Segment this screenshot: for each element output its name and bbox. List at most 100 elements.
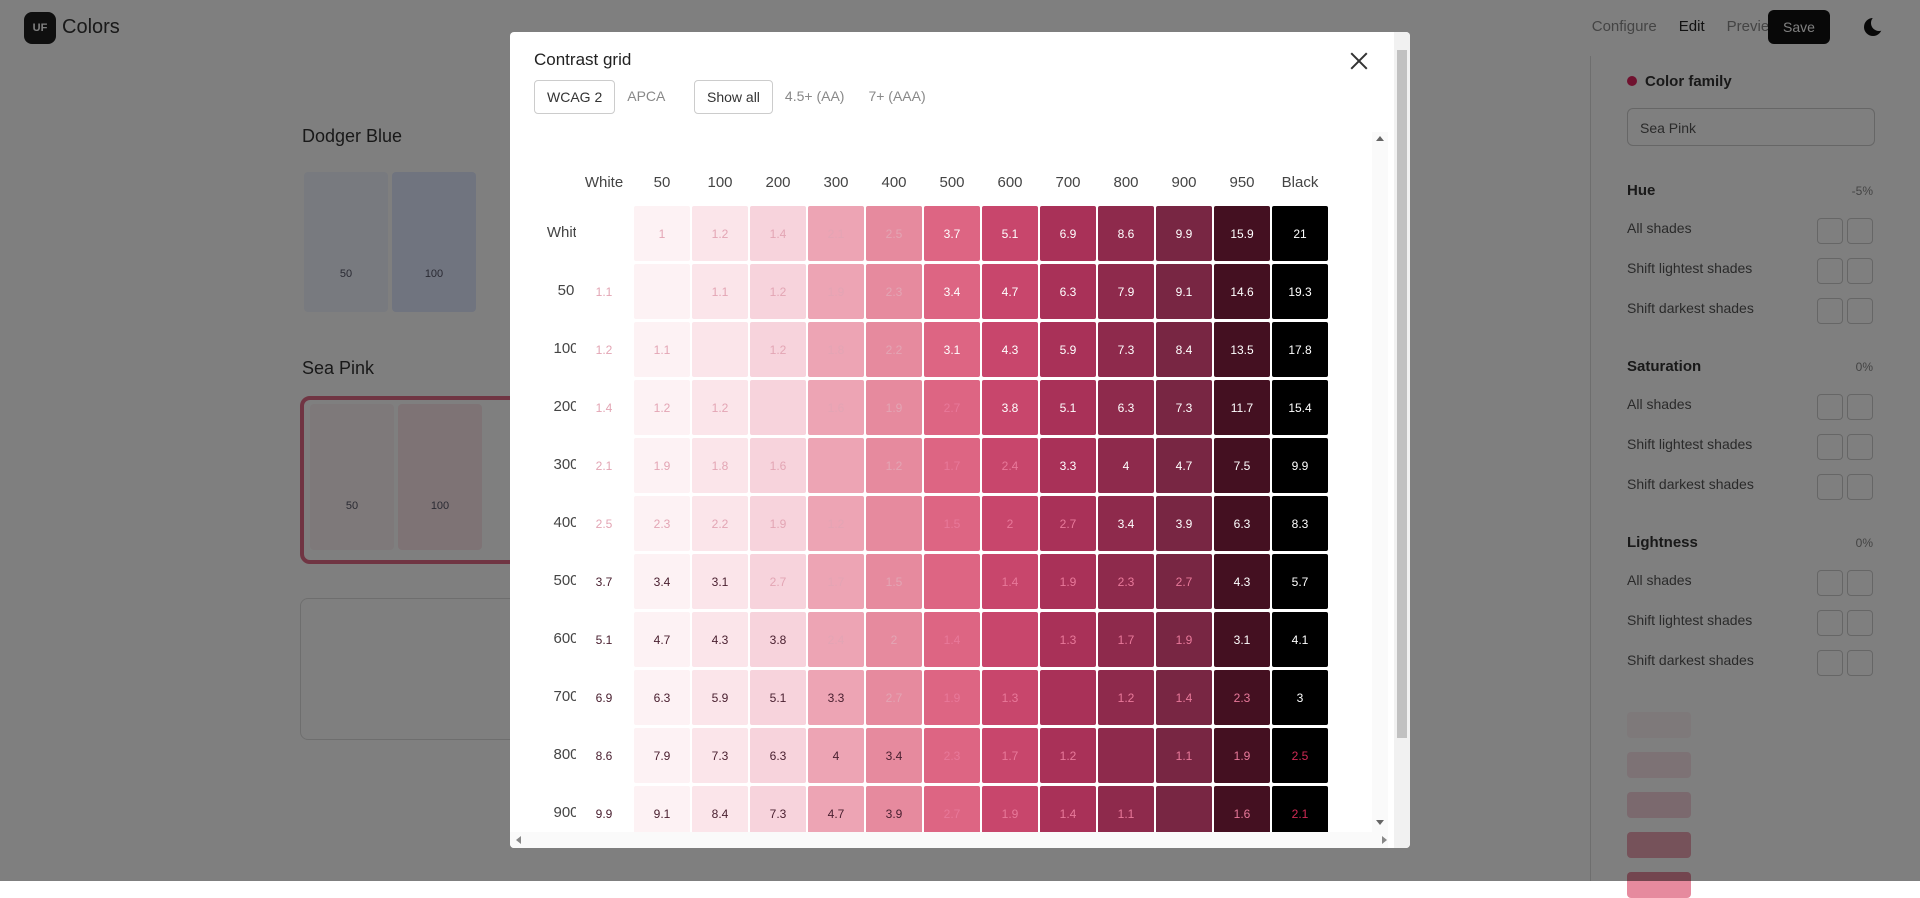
contrast-cell[interactable]: 1.2: [750, 322, 806, 377]
contrast-cell[interactable]: 2.3: [924, 728, 980, 783]
contrast-cell[interactable]: 1.9: [866, 380, 922, 435]
contrast-cell[interactable]: 6.9: [1040, 206, 1096, 261]
close-icon[interactable]: [1346, 48, 1372, 74]
contrast-cell[interactable]: 4.3: [692, 612, 748, 667]
contrast-cell[interactable]: 3.7: [576, 554, 632, 609]
contrast-cell[interactable]: 3.4: [866, 728, 922, 783]
contrast-cell[interactable]: 1.9: [1040, 554, 1096, 609]
contrast-cell[interactable]: 2.3: [634, 496, 690, 551]
contrast-cell[interactable]: 1.9: [634, 438, 690, 493]
contrast-cell[interactable]: 11.7: [1214, 380, 1270, 435]
aa-filter-option[interactable]: 4.5+ (AA): [773, 80, 857, 114]
contrast-cell[interactable]: 3.1: [1214, 612, 1270, 667]
contrast-cell[interactable]: 4.3: [1214, 554, 1270, 609]
contrast-cell[interactable]: 1.8: [808, 322, 864, 377]
contrast-cell[interactable]: 4.7: [982, 264, 1038, 319]
contrast-cell[interactable]: 1.7: [808, 554, 864, 609]
contrast-cell[interactable]: 1.9: [924, 670, 980, 725]
contrast-cell[interactable]: 2.7: [1156, 554, 1212, 609]
contrast-cell[interactable]: 2.7: [750, 554, 806, 609]
contrast-cell[interactable]: 1: [634, 206, 690, 261]
contrast-cell[interactable]: 3.1: [924, 322, 980, 377]
contrast-cell[interactable]: 1.9: [808, 264, 864, 319]
contrast-cell[interactable]: 3.7: [924, 206, 980, 261]
contrast-cell[interactable]: 1.1: [1098, 786, 1154, 832]
contrast-cell[interactable]: 5.7: [1272, 554, 1328, 609]
contrast-cell[interactable]: 3.9: [866, 786, 922, 832]
contrast-cell[interactable]: 1.4: [924, 612, 980, 667]
contrast-cell[interactable]: 5.1: [576, 612, 632, 667]
contrast-cell[interactable]: 6.3: [634, 670, 690, 725]
contrast-cell[interactable]: 2.7: [924, 380, 980, 435]
contrast-cell[interactable]: 4.3: [982, 322, 1038, 377]
contrast-cell[interactable]: 3.8: [750, 612, 806, 667]
contrast-cell[interactable]: 2.1: [576, 438, 632, 493]
contrast-cell[interactable]: 4.1: [1272, 612, 1328, 667]
contrast-cell[interactable]: 3.4: [924, 264, 980, 319]
apca-option[interactable]: APCA: [615, 80, 677, 114]
contrast-cell[interactable]: 1.3: [1040, 612, 1096, 667]
contrast-cell[interactable]: 5.1: [750, 670, 806, 725]
scroll-right-arrow-icon[interactable]: [1382, 836, 1387, 844]
contrast-cell[interactable]: 19.3: [1272, 264, 1328, 319]
contrast-cell[interactable]: 1.2: [634, 380, 690, 435]
contrast-cell[interactable]: 1.4: [1156, 670, 1212, 725]
contrast-cell[interactable]: 1.6: [750, 438, 806, 493]
contrast-cell[interactable]: 2.5: [866, 206, 922, 261]
contrast-cell[interactable]: 2.4: [808, 612, 864, 667]
contrast-cell[interactable]: 2.3: [1214, 670, 1270, 725]
contrast-cell[interactable]: 7.9: [634, 728, 690, 783]
contrast-cell[interactable]: 2.2: [692, 496, 748, 551]
contrast-cell[interactable]: 7.9: [1098, 264, 1154, 319]
contrast-cell[interactable]: 5.9: [692, 670, 748, 725]
contrast-cell[interactable]: 2.7: [924, 786, 980, 832]
contrast-cell[interactable]: 9.9: [1156, 206, 1212, 261]
contrast-cell[interactable]: 21: [1272, 206, 1328, 261]
contrast-cell[interactable]: 15.4: [1272, 380, 1328, 435]
contrast-cell[interactable]: 1.2: [576, 322, 632, 377]
contrast-cell[interactable]: 1.5: [924, 496, 980, 551]
contrast-cell[interactable]: 1.2: [866, 438, 922, 493]
grid-horizontal-scrollbar[interactable]: [510, 832, 1388, 848]
contrast-cell[interactable]: 3.3: [808, 670, 864, 725]
contrast-cell[interactable]: 3: [1272, 670, 1328, 725]
contrast-cell[interactable]: 1.4: [576, 380, 632, 435]
modal-scrollbar-thumb[interactable]: [1397, 50, 1407, 738]
contrast-cell[interactable]: [1040, 670, 1096, 725]
contrast-cell[interactable]: 1.2: [750, 264, 806, 319]
contrast-cell[interactable]: [1156, 786, 1212, 832]
contrast-cell[interactable]: 1.6: [1214, 786, 1270, 832]
contrast-cell[interactable]: 6.3: [750, 728, 806, 783]
contrast-cell[interactable]: 17.8: [1272, 322, 1328, 377]
contrast-cell[interactable]: 2: [982, 496, 1038, 551]
contrast-cell[interactable]: 1.9: [1214, 728, 1270, 783]
contrast-cell[interactable]: 1.1: [1156, 728, 1212, 783]
contrast-cell[interactable]: 1.3: [982, 670, 1038, 725]
contrast-cell[interactable]: 3.8: [982, 380, 1038, 435]
scroll-up-arrow-icon[interactable]: [1376, 136, 1384, 141]
contrast-cell[interactable]: 2.2: [866, 322, 922, 377]
contrast-cell[interactable]: 6.3: [1040, 264, 1096, 319]
contrast-cell[interactable]: 5.9: [1040, 322, 1096, 377]
contrast-cell[interactable]: 1.2: [692, 206, 748, 261]
contrast-cell[interactable]: 4: [1098, 438, 1154, 493]
contrast-cell[interactable]: 1.2: [1040, 728, 1096, 783]
contrast-cell[interactable]: 1.2: [1098, 670, 1154, 725]
contrast-cell[interactable]: 1.6: [808, 380, 864, 435]
contrast-cell[interactable]: 1.2: [808, 496, 864, 551]
contrast-cell[interactable]: 8.3: [1272, 496, 1328, 551]
contrast-cell[interactable]: [576, 206, 632, 261]
contrast-cell[interactable]: 2.7: [1040, 496, 1096, 551]
contrast-cell[interactable]: 9.9: [576, 786, 632, 832]
contrast-cell[interactable]: 15.9: [1214, 206, 1270, 261]
contrast-cell[interactable]: 2.5: [576, 496, 632, 551]
contrast-cell[interactable]: 4.7: [634, 612, 690, 667]
contrast-cell[interactable]: 1.2: [692, 380, 748, 435]
scroll-left-arrow-icon[interactable]: [516, 836, 521, 844]
contrast-cell[interactable]: 3.3: [1040, 438, 1096, 493]
contrast-cell[interactable]: 3.1: [692, 554, 748, 609]
contrast-cell[interactable]: 5.1: [1040, 380, 1096, 435]
aaa-filter-option[interactable]: 7+ (AAA): [856, 80, 937, 114]
contrast-cell[interactable]: 2.1: [808, 206, 864, 261]
contrast-cell[interactable]: 1.8: [692, 438, 748, 493]
